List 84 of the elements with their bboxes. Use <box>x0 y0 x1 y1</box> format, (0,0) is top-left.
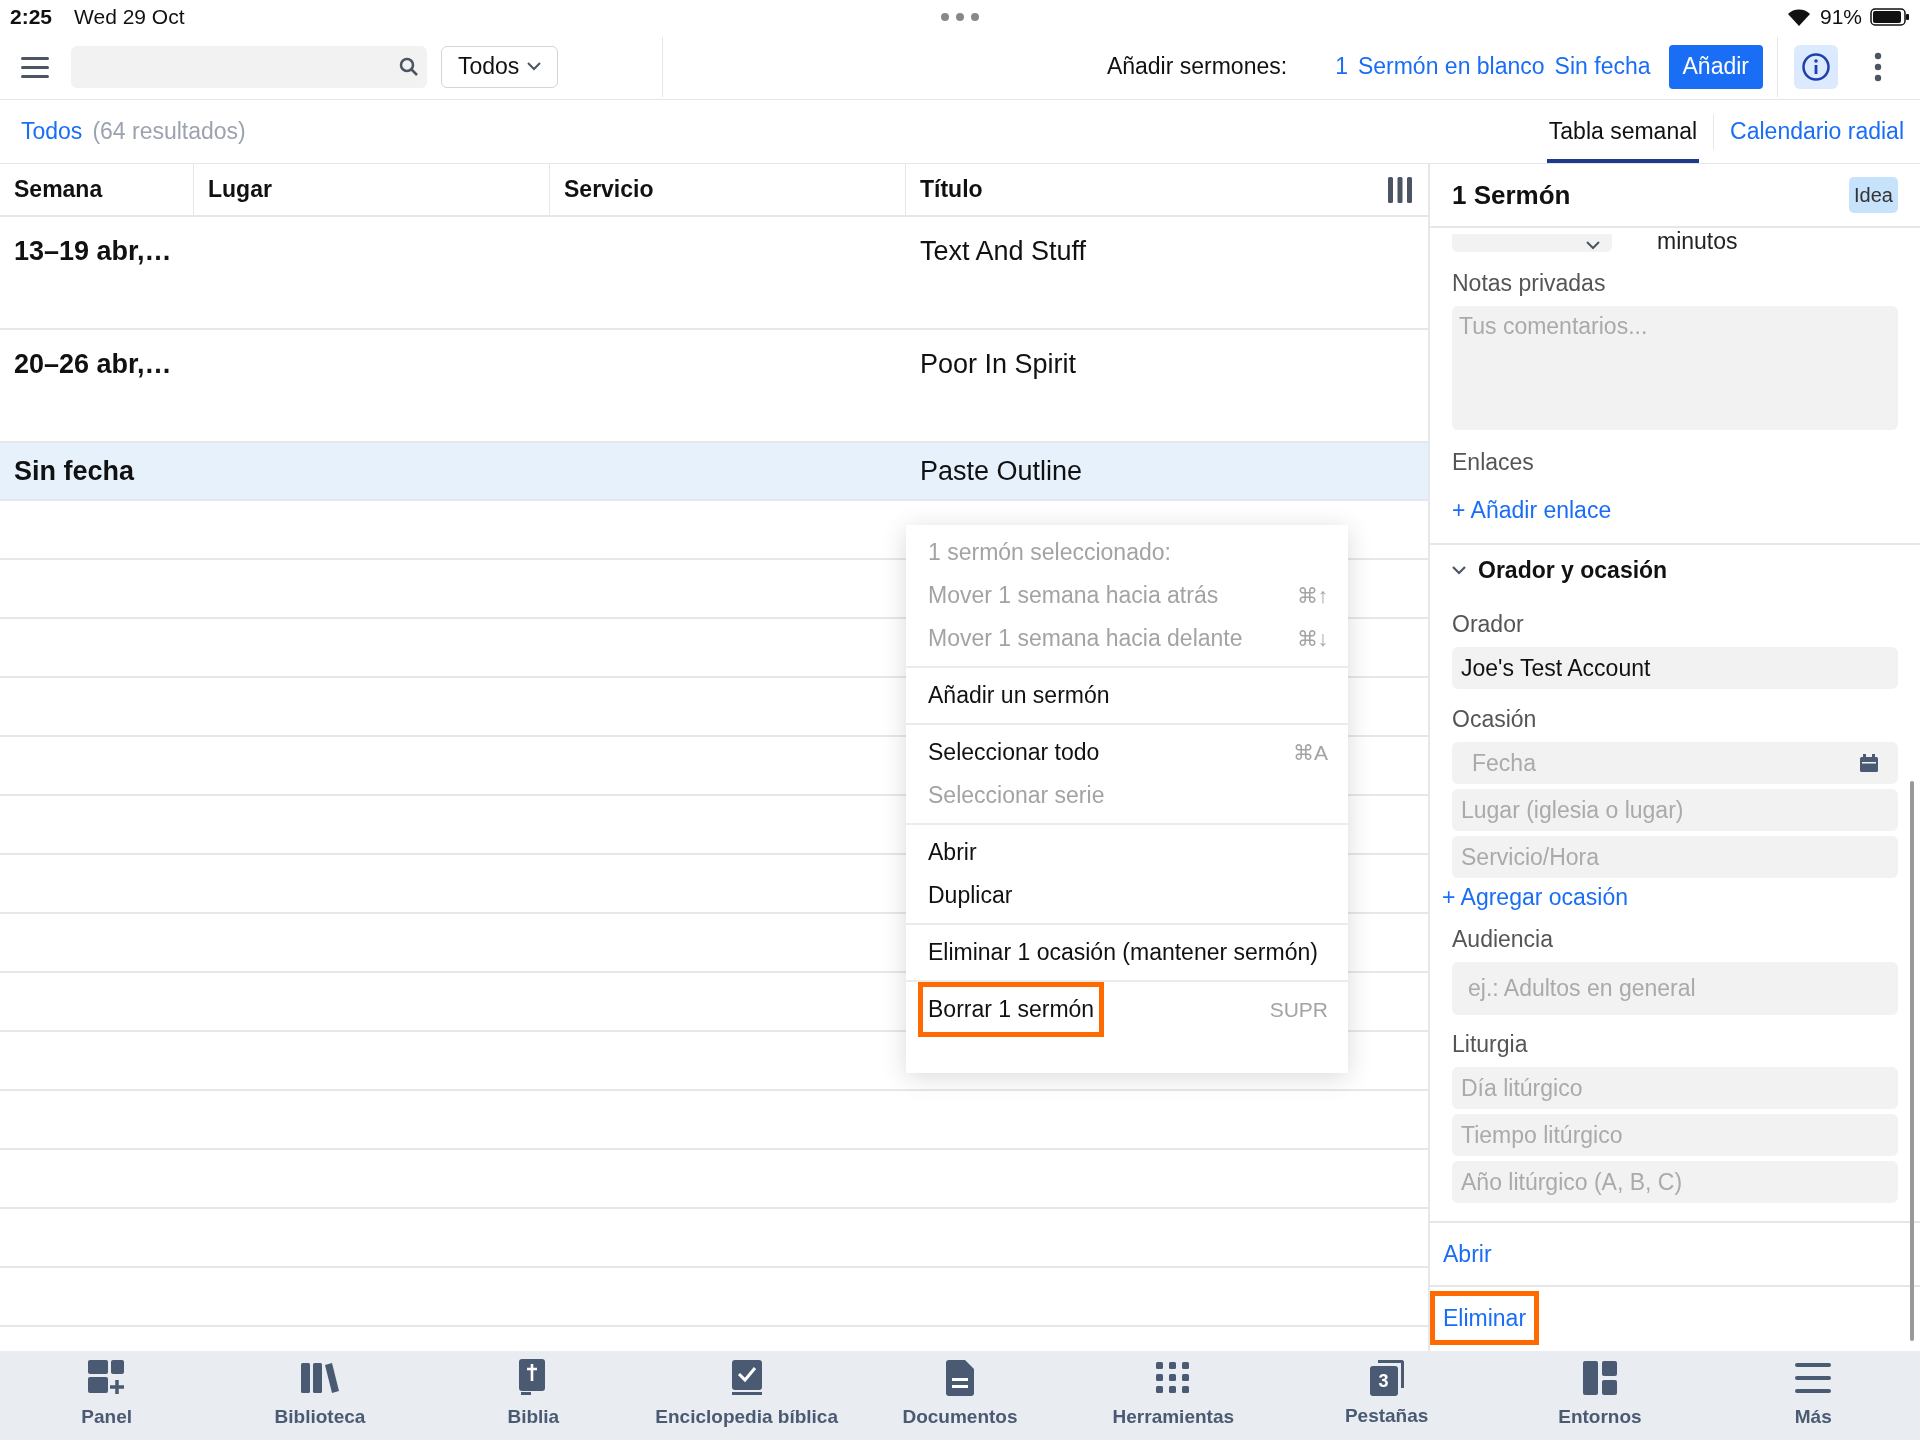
shortcut-label: ⌘A <box>1293 739 1328 766</box>
panel-title: 1 Sermón <box>1452 178 1571 212</box>
menu-icon[interactable] <box>21 55 49 78</box>
scrollbar[interactable] <box>1910 781 1914 1341</box>
menu-item[interactable]: Abrir <box>918 831 987 874</box>
column-header[interactable]: Lugar <box>208 172 272 207</box>
checked-book-icon <box>731 1359 762 1398</box>
speaker-field[interactable]: Joe's Test Account <box>1452 647 1898 689</box>
notes-field[interactable]: Tus comentarios... <box>1452 306 1898 430</box>
tab-bar-item[interactable]: 3 Pestañas <box>1279 1351 1494 1440</box>
multitasking-icon[interactable] <box>940 12 980 22</box>
week-cell: 20–26 abr,… <box>14 349 172 379</box>
calendar-icon[interactable] <box>1860 754 1878 772</box>
menu-item[interactable]: Seleccionar todo <box>918 731 1110 774</box>
shortcut-label: ⌘↓ <box>1296 625 1328 652</box>
add-button[interactable]: Añadir <box>1668 44 1763 89</box>
search-field[interactable] <box>71 45 427 88</box>
search-icon <box>399 56 419 77</box>
clock: 2:25 <box>10 4 53 31</box>
tab-bar-item[interactable]: Documentos <box>853 1351 1067 1440</box>
tab-bar-item[interactable]: Herramientas <box>1066 1351 1280 1440</box>
menu-item[interactable]: Borrar 1 sermón <box>918 982 1105 1037</box>
title-cell: Paste Outline <box>920 455 1083 486</box>
input-field[interactable]: Tiempo litúrgico <box>1452 1114 1898 1156</box>
field-label: Ocasión <box>1451 705 1538 734</box>
column-header[interactable]: Título <box>920 172 983 207</box>
action-link[interactable]: Eliminar <box>1430 1291 1540 1345</box>
chevron-icon <box>1452 565 1466 575</box>
menu-item[interactable]: Añadir un sermón <box>918 674 1120 717</box>
input-field[interactable]: Día litúrgico <box>1452 1067 1898 1109</box>
input-field[interactable]: Lugar (iglesia o lugar) <box>1452 789 1898 831</box>
count-link[interactable]: 1 <box>1335 49 1348 84</box>
chevron-down-icon <box>527 62 542 71</box>
tab-bar-item[interactable]: Biblioteca <box>213 1351 427 1440</box>
battery-level: 91% <box>1819 4 1862 31</box>
add-occasion-link[interactable]: + Agregar ocasión <box>1430 882 1641 912</box>
view-tab[interactable]: Calendario radial <box>1728 100 1906 163</box>
scope-link[interactable]: Todos <box>21 114 83 149</box>
info-icon <box>1801 51 1831 82</box>
shortcut-label: SUPR <box>1269 996 1328 1023</box>
shortcut-label: ⌘↑ <box>1296 582 1328 609</box>
title-cell: Text And Stuff <box>920 236 1087 266</box>
view-tab[interactable]: Tabla semanal <box>1546 100 1700 163</box>
tab-bar-item[interactable]: Biblia <box>426 1351 640 1440</box>
menu-item[interactable]: Eliminar 1 ocasión (mantener sermón) <box>918 931 1328 974</box>
field-label: Notas privadas <box>1451 269 1607 298</box>
week-cell: 13–19 abr,… <box>14 236 172 266</box>
more-icon[interactable] <box>1874 51 1882 82</box>
filter-dropdown[interactable]: Todos <box>441 45 559 88</box>
field-label: Audiencia <box>1451 925 1555 954</box>
menu-item[interactable]: Duplicar <box>918 874 1023 917</box>
columns-icon[interactable] <box>1386 175 1414 204</box>
audience-field[interactable]: ej.: Adultos en general <box>1452 962 1898 1015</box>
field-label: Orador <box>1451 610 1525 639</box>
field-label: Enlaces <box>1451 448 1535 477</box>
add-link[interactable]: + Añadir enlace <box>1430 495 1634 525</box>
chevron-down-icon <box>1586 241 1600 250</box>
column-header[interactable]: Semana <box>14 172 103 207</box>
add-sermons-label: Añadir sermones: <box>1106 52 1288 82</box>
tab-bar-item[interactable]: Entornos <box>1493 1351 1707 1440</box>
week-cell: Sin fecha <box>14 455 135 486</box>
tab-bar-item[interactable]: Panel <box>0 1351 214 1440</box>
section-header[interactable]: Orador y ocasión <box>1430 555 1690 585</box>
battery-icon <box>1870 7 1910 27</box>
info-button[interactable] <box>1794 44 1838 89</box>
layout-icon <box>1582 1359 1617 1398</box>
results-count: (64 resultados) <box>92 117 246 147</box>
column-header[interactable]: Servicio <box>564 172 654 207</box>
input-field[interactable]: Servicio/Hora <box>1452 836 1898 878</box>
no-date-link[interactable]: Sin fecha <box>1554 49 1651 84</box>
tab-bar-item[interactable]: Más <box>1706 1351 1920 1440</box>
title-cell: Poor In Spirit <box>920 349 1077 379</box>
date: Wed 29 Oct <box>74 4 185 31</box>
action-link[interactable]: Abrir <box>1430 1227 1505 1281</box>
field-label: Liturgia <box>1451 1030 1529 1059</box>
minutes-label: minutos <box>1657 228 1738 252</box>
tab-bar-item[interactable]: Enciclopedia bíblica <box>640 1351 854 1440</box>
wifi-icon <box>1785 7 1812 27</box>
status-badge[interactable]: Idea <box>1849 177 1898 213</box>
document-icon <box>945 1359 974 1398</box>
table-row[interactable]: Sin fecha Paste Outline <box>0 443 1428 501</box>
bible-icon <box>519 1359 548 1398</box>
input-field[interactable]: Año litúrgico (A, B, C) <box>1452 1161 1898 1203</box>
blank-sermon-link[interactable]: Sermón en blanco <box>1357 49 1545 84</box>
